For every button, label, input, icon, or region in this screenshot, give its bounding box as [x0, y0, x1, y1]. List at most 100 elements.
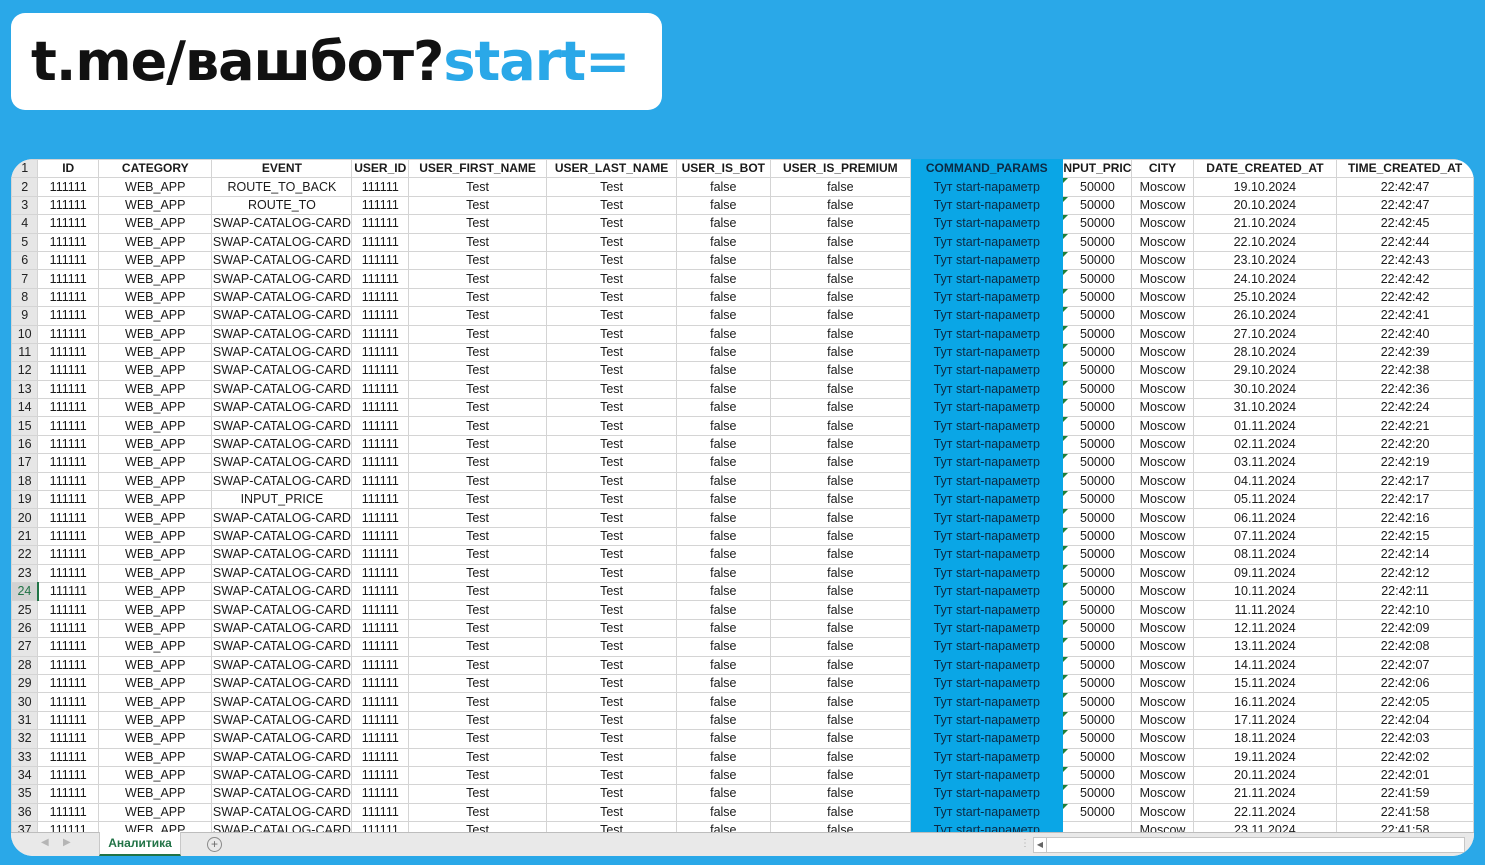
row-number[interactable]: 26: [11, 618, 39, 639]
cell-event[interactable]: SWAP-CATALOG-CARD: [211, 342, 353, 363]
cell-id[interactable]: 111111: [37, 655, 100, 675]
cell-city[interactable]: Moscow: [1131, 490, 1194, 510]
cell-is-bot[interactable]: false: [676, 177, 771, 197]
header-input-price[interactable]: NPUT_PRIC: [1062, 159, 1133, 179]
cell-last-name[interactable]: Test: [545, 747, 678, 767]
header-command-params[interactable]: COMMAND_PARAMS: [910, 159, 1064, 179]
cell-command-params[interactable]: Тут start-параметр: [910, 802, 1064, 823]
cell-user-id[interactable]: 111111: [351, 526, 410, 547]
cell-is-premium[interactable]: false: [769, 269, 912, 289]
cell-event[interactable]: SWAP-CATALOG-CARD: [211, 802, 353, 823]
cell-event[interactable]: SWAP-CATALOG-CARD: [211, 471, 353, 492]
cell-event[interactable]: INPUT_PRICE: [211, 490, 353, 510]
cell-city[interactable]: Moscow: [1131, 250, 1194, 271]
cell-user-id[interactable]: 111111: [351, 287, 410, 308]
cell-time[interactable]: 22:42:39: [1336, 342, 1474, 363]
cell-category[interactable]: WEB_APP: [98, 526, 213, 547]
cell-category[interactable]: WEB_APP: [98, 342, 213, 363]
cell-input-price[interactable]: 50000: [1062, 416, 1133, 436]
cell-user-id[interactable]: 111111: [351, 324, 410, 344]
row-number[interactable]: 34: [11, 765, 39, 786]
row-number[interactable]: 30: [11, 692, 39, 712]
cell-category[interactable]: WEB_APP: [98, 324, 213, 344]
cell-is-premium[interactable]: false: [769, 250, 912, 271]
cell-category[interactable]: WEB_APP: [98, 637, 213, 657]
cell-id[interactable]: 111111: [37, 398, 100, 418]
cell-category[interactable]: WEB_APP: [98, 379, 213, 400]
cell-event[interactable]: SWAP-CATALOG-CARD: [211, 232, 353, 252]
cell-id[interactable]: 111111: [37, 379, 100, 400]
cell-user-id[interactable]: 111111: [351, 637, 410, 657]
cell-user-id[interactable]: 111111: [351, 673, 410, 694]
cell-is-premium[interactable]: false: [769, 600, 912, 620]
cell-date[interactable]: 12.11.2024: [1192, 618, 1338, 639]
cell-city[interactable]: Moscow: [1131, 434, 1194, 455]
cell-time[interactable]: 22:42:07: [1336, 655, 1474, 675]
cell-first-name[interactable]: Test: [408, 214, 547, 234]
cell-user-id[interactable]: 111111: [351, 434, 410, 455]
cell-first-name[interactable]: Test: [408, 765, 547, 786]
cell-city[interactable]: Moscow: [1131, 195, 1194, 216]
cell-time[interactable]: 22:42:19: [1336, 453, 1474, 473]
cell-first-name[interactable]: Test: [408, 453, 547, 473]
cell-command-params[interactable]: Тут start-параметр: [910, 637, 1064, 657]
cell-city[interactable]: Moscow: [1131, 453, 1194, 473]
cell-is-bot[interactable]: false: [676, 324, 771, 344]
row-number[interactable]: 29: [11, 673, 39, 694]
cell-category[interactable]: WEB_APP: [98, 490, 213, 510]
cell-time[interactable]: 22:42:21: [1336, 416, 1474, 436]
cell-input-price[interactable]: 50000: [1062, 434, 1133, 455]
cell-city[interactable]: Moscow: [1131, 508, 1194, 528]
cell-city[interactable]: Moscow: [1131, 618, 1194, 639]
cell-is-premium[interactable]: false: [769, 287, 912, 308]
cell-command-params[interactable]: Тут start-параметр: [910, 434, 1064, 455]
cell-event[interactable]: SWAP-CATALOG-CARD: [211, 379, 353, 400]
cell-user-id[interactable]: 111111: [351, 655, 410, 675]
cell-date[interactable]: 11.11.2024: [1192, 600, 1338, 620]
cell-input-price[interactable]: 50000: [1062, 729, 1133, 749]
cell-is-premium[interactable]: false: [769, 729, 912, 749]
cell-date[interactable]: 24.10.2024: [1192, 269, 1338, 289]
cell-command-params[interactable]: Тут start-параметр: [910, 655, 1064, 675]
cell-input-price[interactable]: 50000: [1062, 361, 1133, 381]
cell-event[interactable]: SWAP-CATALOG-CARD: [211, 655, 353, 675]
cell-id[interactable]: 111111: [37, 250, 100, 271]
cell-city[interactable]: Moscow: [1131, 214, 1194, 234]
cell-category[interactable]: WEB_APP: [98, 434, 213, 455]
cell-last-name[interactable]: Test: [545, 545, 678, 565]
cell-user-id[interactable]: 111111: [351, 342, 410, 363]
cell-is-premium[interactable]: false: [769, 379, 912, 400]
cell-time[interactable]: 22:42:09: [1336, 618, 1474, 639]
cell-first-name[interactable]: Test: [408, 471, 547, 492]
cell-last-name[interactable]: Test: [545, 342, 678, 363]
cell-id[interactable]: 111111: [37, 287, 100, 308]
cell-city[interactable]: Moscow: [1131, 287, 1194, 308]
cell-date[interactable]: 27.10.2024: [1192, 324, 1338, 344]
cell-city[interactable]: Moscow: [1131, 526, 1194, 547]
next-sheet-icon[interactable]: ▶: [63, 837, 71, 848]
row-number[interactable]: 27: [11, 637, 39, 657]
cell-is-premium[interactable]: false: [769, 177, 912, 197]
cell-id[interactable]: 111111: [37, 637, 100, 657]
row-number[interactable]: 35: [11, 784, 39, 804]
cell-date[interactable]: 05.11.2024: [1192, 490, 1338, 510]
cell-date[interactable]: 06.11.2024: [1192, 508, 1338, 528]
cell-first-name[interactable]: Test: [408, 269, 547, 289]
cell-is-premium[interactable]: false: [769, 508, 912, 528]
cell-id[interactable]: 111111: [37, 784, 100, 804]
cell-category[interactable]: WEB_APP: [98, 729, 213, 749]
cell-category[interactable]: WEB_APP: [98, 618, 213, 639]
cell-event[interactable]: SWAP-CATALOG-CARD: [211, 526, 353, 547]
cell-event[interactable]: SWAP-CATALOG-CARD: [211, 398, 353, 418]
cell-id[interactable]: 111111: [37, 545, 100, 565]
row-number[interactable]: 24: [11, 581, 39, 602]
cell-category[interactable]: WEB_APP: [98, 416, 213, 436]
cell-command-params[interactable]: Тут start-параметр: [910, 673, 1064, 694]
cell-last-name[interactable]: Test: [545, 729, 678, 749]
row-number[interactable]: 13: [11, 379, 39, 400]
cell-input-price[interactable]: 50000: [1062, 655, 1133, 675]
cell-time[interactable]: 22:42:36: [1336, 379, 1474, 400]
cell-time[interactable]: 22:42:16: [1336, 508, 1474, 528]
cell-event[interactable]: SWAP-CATALOG-CARD: [211, 434, 353, 455]
cell-is-bot[interactable]: false: [676, 195, 771, 216]
